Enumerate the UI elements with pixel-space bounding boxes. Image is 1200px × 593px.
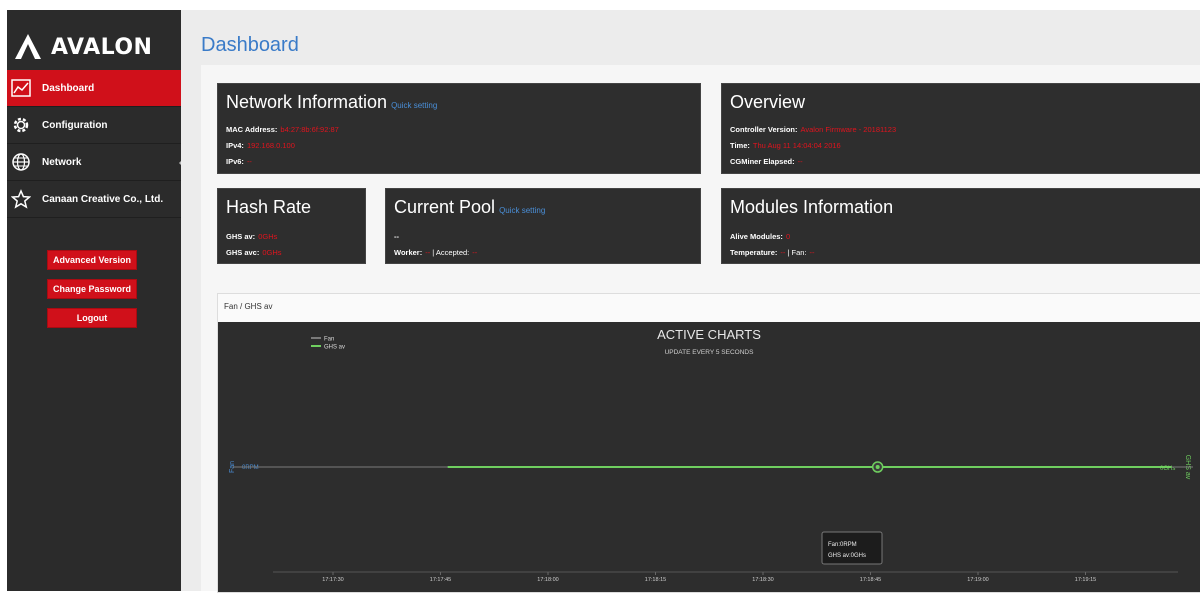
chart-svg: ACTIVE CHARTS UPDATE EVERY 5 SECONDS Fan GH…: [229, 327, 1193, 583]
modules-information-panel: Modules Information Alive Modules: 0 Temp…: [721, 188, 1200, 264]
controller-version-row: Controller Version: Avalon Firmware - 201…: [730, 125, 897, 134]
pool-quick-setting-link[interactable]: Quick setting: [499, 206, 545, 215]
alive-modules-row: Alive Modules: 0: [730, 232, 791, 241]
fan-ghs-chart-panel: Fan / GHS av ACTIVE CHARTS UPDATE EVERY 5…: [217, 293, 1200, 593]
sidebar-item-configuration[interactable]: Configuration: [7, 107, 181, 144]
panel-title: Overview: [730, 92, 806, 112]
avalon-logo-icon: [15, 34, 41, 59]
sidebar-item-canaan[interactable]: Canaan Creative Co., Ltd.: [7, 181, 181, 218]
current-pool-panel: Current Pool Quick setting -- Worker: -- |…: [385, 188, 701, 264]
sidebar-item-dashboard[interactable]: Dashboard: [7, 70, 181, 107]
x-tick-label: 17:18:30: [752, 577, 773, 583]
globe-icon: [10, 151, 32, 173]
tooltip-line: GHS av:0GHs: [828, 553, 866, 559]
x-tick-label: 17:18:45: [860, 577, 881, 583]
x-tick-label: 17:19:00: [967, 577, 988, 583]
logo[interactable]: AVALON: [13, 30, 152, 64]
panel-title: Hash Rate: [226, 197, 312, 217]
highlight-point-core: [875, 465, 880, 469]
legend-entry: Fan: [324, 337, 334, 343]
star-icon: [10, 188, 32, 210]
worker-row: Worker: -- | Accepted: --: [394, 248, 478, 257]
panel-title: Modules Information: [730, 197, 894, 217]
x-tick-label: 17:17:45: [430, 577, 451, 583]
x-tick-label: 17:18:15: [645, 577, 666, 583]
page-title: Dashboard: [201, 34, 299, 56]
overview-panel: Overview Controller Version: Avalon Firmw…: [721, 83, 1200, 174]
main-area: Dashboard Network Information Quick setti…: [181, 10, 1200, 593]
x-tick-label: 17:17:30: [322, 577, 343, 583]
panel-title: Network Information Quick setting: [226, 92, 438, 112]
ipv4-row: IPv4: 192.168.0.100: [226, 141, 295, 150]
dashboard-content: Network Information Quick setting MAC Add…: [201, 65, 1200, 593]
network-quick-setting-link[interactable]: Quick setting: [391, 101, 437, 110]
left-axis-tick: 0RPM: [242, 465, 259, 471]
panel-title: Current Pool Quick setting: [394, 197, 546, 217]
sidebar-item-label: Canaan Creative Co., Ltd.: [42, 193, 164, 205]
x-tick-label: 17:18:00: [537, 577, 558, 583]
temperature-row: Temperature: -- | Fan: --: [730, 248, 815, 257]
mac-address-row: MAC Address: b4:27:8b:6f:92:87: [226, 125, 339, 134]
tooltip-box: [821, 531, 883, 565]
x-tick-label: 17:19:15: [1075, 577, 1096, 583]
ghs-av-row: GHS av: 0GHs: [226, 232, 278, 241]
ipv6-row: IPv6: --: [226, 157, 252, 166]
legend-entry: GHS av: [324, 345, 345, 351]
tooltip-line: Fan:0RPM: [828, 542, 857, 548]
sidebar-item-label: Dashboard: [42, 82, 95, 94]
sidebar-item-label: Network: [42, 156, 82, 168]
sidebar: AVALON Dashboard Configuration Network C…: [7, 10, 183, 591]
line-chart-icon: [10, 77, 32, 99]
chart-panel-heading: Fan / GHS av: [224, 302, 273, 311]
ghs-avc-row: GHS avc: 0GHs: [226, 248, 282, 257]
logo-text: AVALON: [51, 34, 153, 60]
change-password-button[interactable]: Change Password: [47, 279, 137, 299]
active-chart[interactable]: ACTIVE CHARTS UPDATE EVERY 5 SECONDS Fan GH…: [218, 322, 1200, 592]
cgminer-elapsed-row: CGMiner Elapsed: --: [730, 157, 803, 166]
sidebar-item-label: Configuration: [42, 119, 108, 131]
chart-subtitle: UPDATE EVERY 5 SECONDS: [665, 349, 755, 356]
chart-title: ACTIVE CHARTS: [657, 327, 761, 342]
network-information-panel: Network Information Quick setting MAC Add…: [217, 83, 701, 174]
sidebar-item-network[interactable]: Network: [7, 144, 183, 181]
sidebar-nav: Dashboard Configuration Network Canaan C…: [7, 70, 183, 218]
advanced-version-button[interactable]: Advanced Version: [47, 250, 137, 270]
gear-icon: [10, 114, 32, 136]
time-row: Time: Thu Aug 11 14:04:04 2016: [730, 141, 841, 150]
logout-button[interactable]: Logout: [47, 308, 137, 328]
hash-rate-panel: Hash Rate GHS av: 0GHs GHS avc: 0GHs: [217, 188, 366, 264]
sidebar-buttons: Advanced Version Change Password Logout: [47, 250, 137, 337]
pool-url-row: --: [394, 232, 399, 241]
